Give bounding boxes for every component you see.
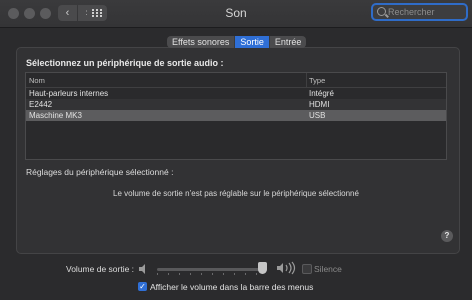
tab-output[interactable]: Sortie: [235, 36, 270, 48]
search-field[interactable]: [371, 3, 468, 21]
device-name: E2442: [29, 100, 53, 109]
tab-input[interactable]: Entrée: [270, 36, 307, 48]
output-volume-label: Volume de sortie :: [66, 264, 135, 274]
device-type: Intégré: [309, 89, 334, 98]
volume-slider-thumb[interactable]: [258, 262, 267, 274]
device-type: HDMI: [309, 100, 330, 109]
search-input[interactable]: [388, 5, 466, 19]
volume-slider-track[interactable]: [157, 268, 267, 271]
search-icon: [377, 7, 386, 16]
device-name: Haut-parleurs internes: [29, 89, 109, 98]
help-button[interactable]: ?: [441, 230, 453, 242]
device-settings-label: Réglages du périphérique sélectionné :: [26, 167, 174, 177]
mute-checkbox[interactable]: [302, 264, 312, 274]
table-header: Nom Type: [26, 73, 446, 88]
column-header-type[interactable]: Type: [309, 76, 325, 85]
tab-bar: Effets sonores Sortie Entrée: [167, 36, 307, 48]
column-divider: [306, 73, 307, 87]
device-type: USB: [309, 111, 326, 120]
show-volume-checkbox[interactable]: ✓: [138, 282, 147, 291]
speaker-low-icon: [139, 264, 145, 274]
column-header-name[interactable]: Nom: [29, 76, 45, 85]
output-heading: Sélectionnez un périphérique de sortie a…: [26, 58, 224, 68]
table-row[interactable]: Haut-parleurs internes Intégré: [26, 88, 446, 99]
table-row[interactable]: E2442 HDMI: [26, 99, 446, 110]
volume-slider-ticks: [157, 273, 267, 275]
device-name: Maschine MK3: [29, 111, 82, 120]
show-volume-label: Afficher le volume dans la barre des men…: [150, 282, 314, 292]
volume-unavailable-message: Le volume de sortie n’est pas réglable s…: [113, 189, 359, 198]
speaker-high-icon: [277, 261, 296, 275]
table-row-selected[interactable]: Maschine MK3 USB: [26, 110, 446, 121]
mute-label: Silence: [314, 264, 342, 274]
tab-sound-effects[interactable]: Effets sonores: [167, 36, 236, 48]
device-table: Nom Type Haut-parleurs internes Intégré …: [25, 72, 447, 160]
title-bar: ‹ › Son: [0, 0, 472, 28]
